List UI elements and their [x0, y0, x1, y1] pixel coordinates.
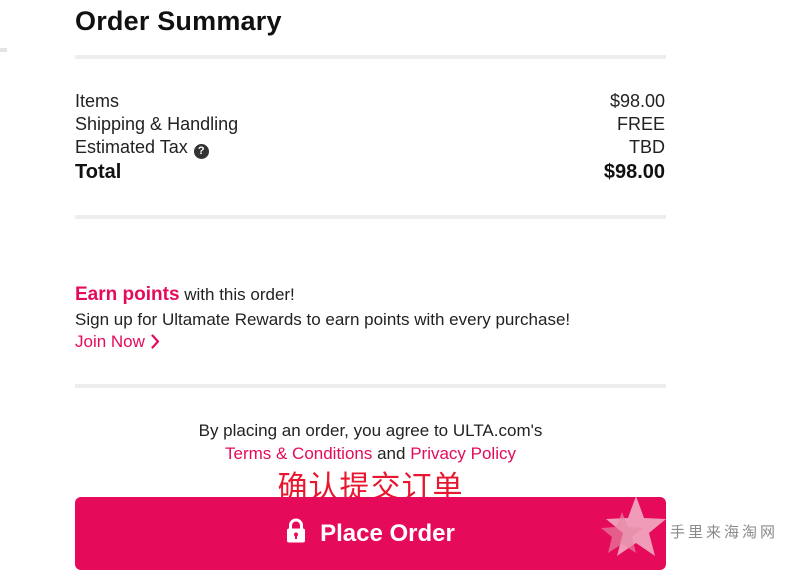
agreement-and: and: [372, 444, 411, 463]
rewards-description: Sign up for Ultamate Rewards to earn poi…: [75, 310, 571, 329]
tax-label-group: Estimated Tax?: [75, 137, 209, 159]
star-icon: [601, 496, 666, 556]
join-now-link[interactable]: Join Now: [75, 332, 160, 352]
items-value: $98.00: [609, 91, 665, 111]
items-label: Items: [75, 91, 120, 111]
earn-points-rest: with this order!: [179, 285, 295, 304]
question-circle-icon[interactable]: ?: [193, 144, 209, 159]
earn-points-highlight: Earn points: [75, 284, 180, 305]
terms-conditions-link[interactable]: Terms & Conditions: [225, 444, 372, 463]
shipping-value: FREE: [616, 114, 665, 134]
summary-row-shipping: Shipping & Handling FREE: [75, 114, 665, 137]
total-label: Total: [75, 161, 122, 183]
lock-icon: [287, 518, 306, 543]
agreement-links: Terms & Conditions and Privacy Policy: [75, 444, 666, 464]
rewards-headline: Earn points with this order!: [75, 284, 295, 306]
summary-row-total: Total $98.00: [75, 161, 665, 184]
privacy-policy-link[interactable]: Privacy Policy: [410, 444, 516, 463]
summary-row-tax: Estimated Tax? TBD: [75, 137, 665, 160]
place-order-button[interactable]: Place Order: [75, 497, 666, 570]
tax-value: TBD: [629, 137, 665, 157]
divider-bottom: [75, 384, 666, 388]
divider-top: [75, 55, 666, 59]
agreement-text: By placing an order, you agree to ULTA.c…: [198, 421, 543, 440]
total-value: $98.00: [603, 161, 665, 183]
join-now-label: Join Now: [75, 332, 145, 351]
divider-middle: [75, 215, 666, 219]
summary-row-items: Items $98.00: [75, 91, 665, 114]
place-order-label: Place Order: [320, 519, 455, 547]
page-title: Order Summary: [75, 6, 282, 36]
edge-divider: [0, 48, 7, 52]
watermark-text: 手里来海淘网: [670, 523, 779, 541]
site-watermark: 手里来海淘网: [596, 494, 800, 564]
tax-label: Estimated Tax: [75, 137, 188, 157]
shipping-label: Shipping & Handling: [75, 114, 239, 134]
chevron-right-icon: [151, 334, 160, 349]
